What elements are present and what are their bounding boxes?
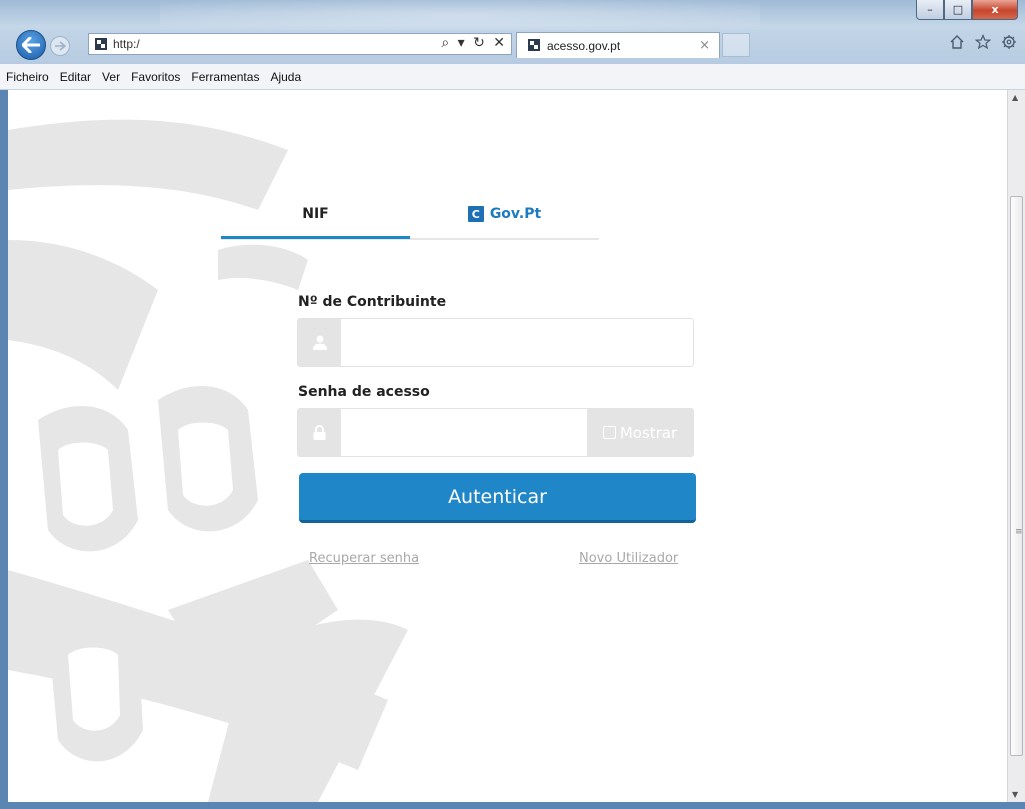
show-password-toggle[interactable]: Mostrar (587, 409, 693, 456)
tab-title: acesso.gov.pt (547, 39, 621, 53)
govpt-logo-icon: C (467, 206, 484, 222)
tab-acesso-gov[interactable]: acesso.gov.pt × (516, 32, 720, 58)
password-field: Mostrar (297, 408, 694, 457)
scroll-down-icon[interactable]: ▼ (1012, 790, 1018, 799)
menu-item-ficheiro[interactable]: Ficheiro (6, 70, 49, 84)
gear-icon[interactable] (1001, 34, 1017, 50)
tab-nif-label: NIF (302, 205, 329, 222)
site-favicon-icon (95, 38, 107, 50)
close-window-button[interactable]: x (972, 0, 1018, 20)
vertical-scrollbar[interactable]: ▲ ≡ ▼ (1007, 90, 1025, 802)
scroll-up-icon[interactable]: ▲ (1012, 93, 1018, 102)
nif-label: Nº de Contribuinte (298, 294, 447, 310)
tab-govpt[interactable]: C Gov.Pt (410, 190, 599, 238)
window-left-edge (0, 90, 8, 809)
navigation-row: http:/ ⌕ ▾ ↻ ✕ acesso.gov.pt × (0, 28, 1025, 62)
star-icon[interactable] (975, 34, 991, 50)
login-tabs: NIF C Gov.Pt (221, 190, 599, 240)
recover-password-link[interactable]: Recuperar senha (309, 551, 419, 566)
home-icon[interactable] (949, 34, 965, 50)
menu-item-ferramentas[interactable]: Ferramentas (191, 70, 259, 84)
lock-icon (313, 425, 326, 440)
toolbar-right (949, 34, 1017, 50)
new-user-link[interactable]: Novo Utilizador (579, 551, 678, 566)
maximize-button[interactable]: □ (944, 0, 972, 20)
arrow-left-icon (22, 37, 40, 53)
password-label: Senha de acesso (298, 384, 430, 400)
nif-input[interactable] (341, 319, 693, 366)
scrollbar-thumb[interactable]: ≡ (1010, 196, 1023, 756)
address-url[interactable]: http:/ (113, 37, 140, 51)
lock-addon (298, 409, 341, 456)
address-bar[interactable]: http:/ ⌕ ▾ ↻ ✕ (88, 33, 512, 55)
minimize-button[interactable]: – (916, 0, 944, 20)
forward-button[interactable] (50, 36, 70, 56)
menu-bar: Ficheiro Editar Ver Favoritos Ferramenta… (0, 64, 1025, 90)
site-favicon-icon (528, 39, 540, 51)
user-icon (312, 335, 327, 350)
password-input[interactable] (341, 409, 591, 456)
user-addon (298, 319, 341, 366)
menu-item-favoritos[interactable]: Favoritos (131, 70, 180, 84)
page-content: NIF C Gov.Pt Nº de Contribuinte Senha de… (8, 90, 1007, 802)
tab-close-icon[interactable]: × (699, 38, 710, 53)
menu-item-ajuda[interactable]: Ajuda (270, 70, 301, 84)
menu-item-editar[interactable]: Editar (60, 70, 91, 84)
tab-nif[interactable]: NIF (221, 191, 410, 239)
window-controls: – □ x (916, 0, 1018, 20)
menu-item-ver[interactable]: Ver (102, 70, 120, 84)
nif-field (297, 318, 694, 367)
authenticate-button[interactable]: Autenticar (299, 473, 696, 523)
scrollbar-grip-icon: ≡ (1015, 527, 1023, 537)
show-password-checkbox[interactable] (602, 426, 616, 439)
window-bottom-edge (0, 802, 1025, 809)
new-tab-button[interactable] (722, 33, 750, 57)
arrow-right-icon (55, 41, 66, 51)
back-button[interactable] (16, 30, 46, 60)
titlebar-glow (160, 0, 760, 30)
tab-govpt-label: Gov.Pt (489, 206, 542, 222)
show-password-label: Mostrar (619, 423, 678, 442)
address-controls[interactable]: ⌕ ▾ ↻ ✕ (441, 35, 507, 51)
